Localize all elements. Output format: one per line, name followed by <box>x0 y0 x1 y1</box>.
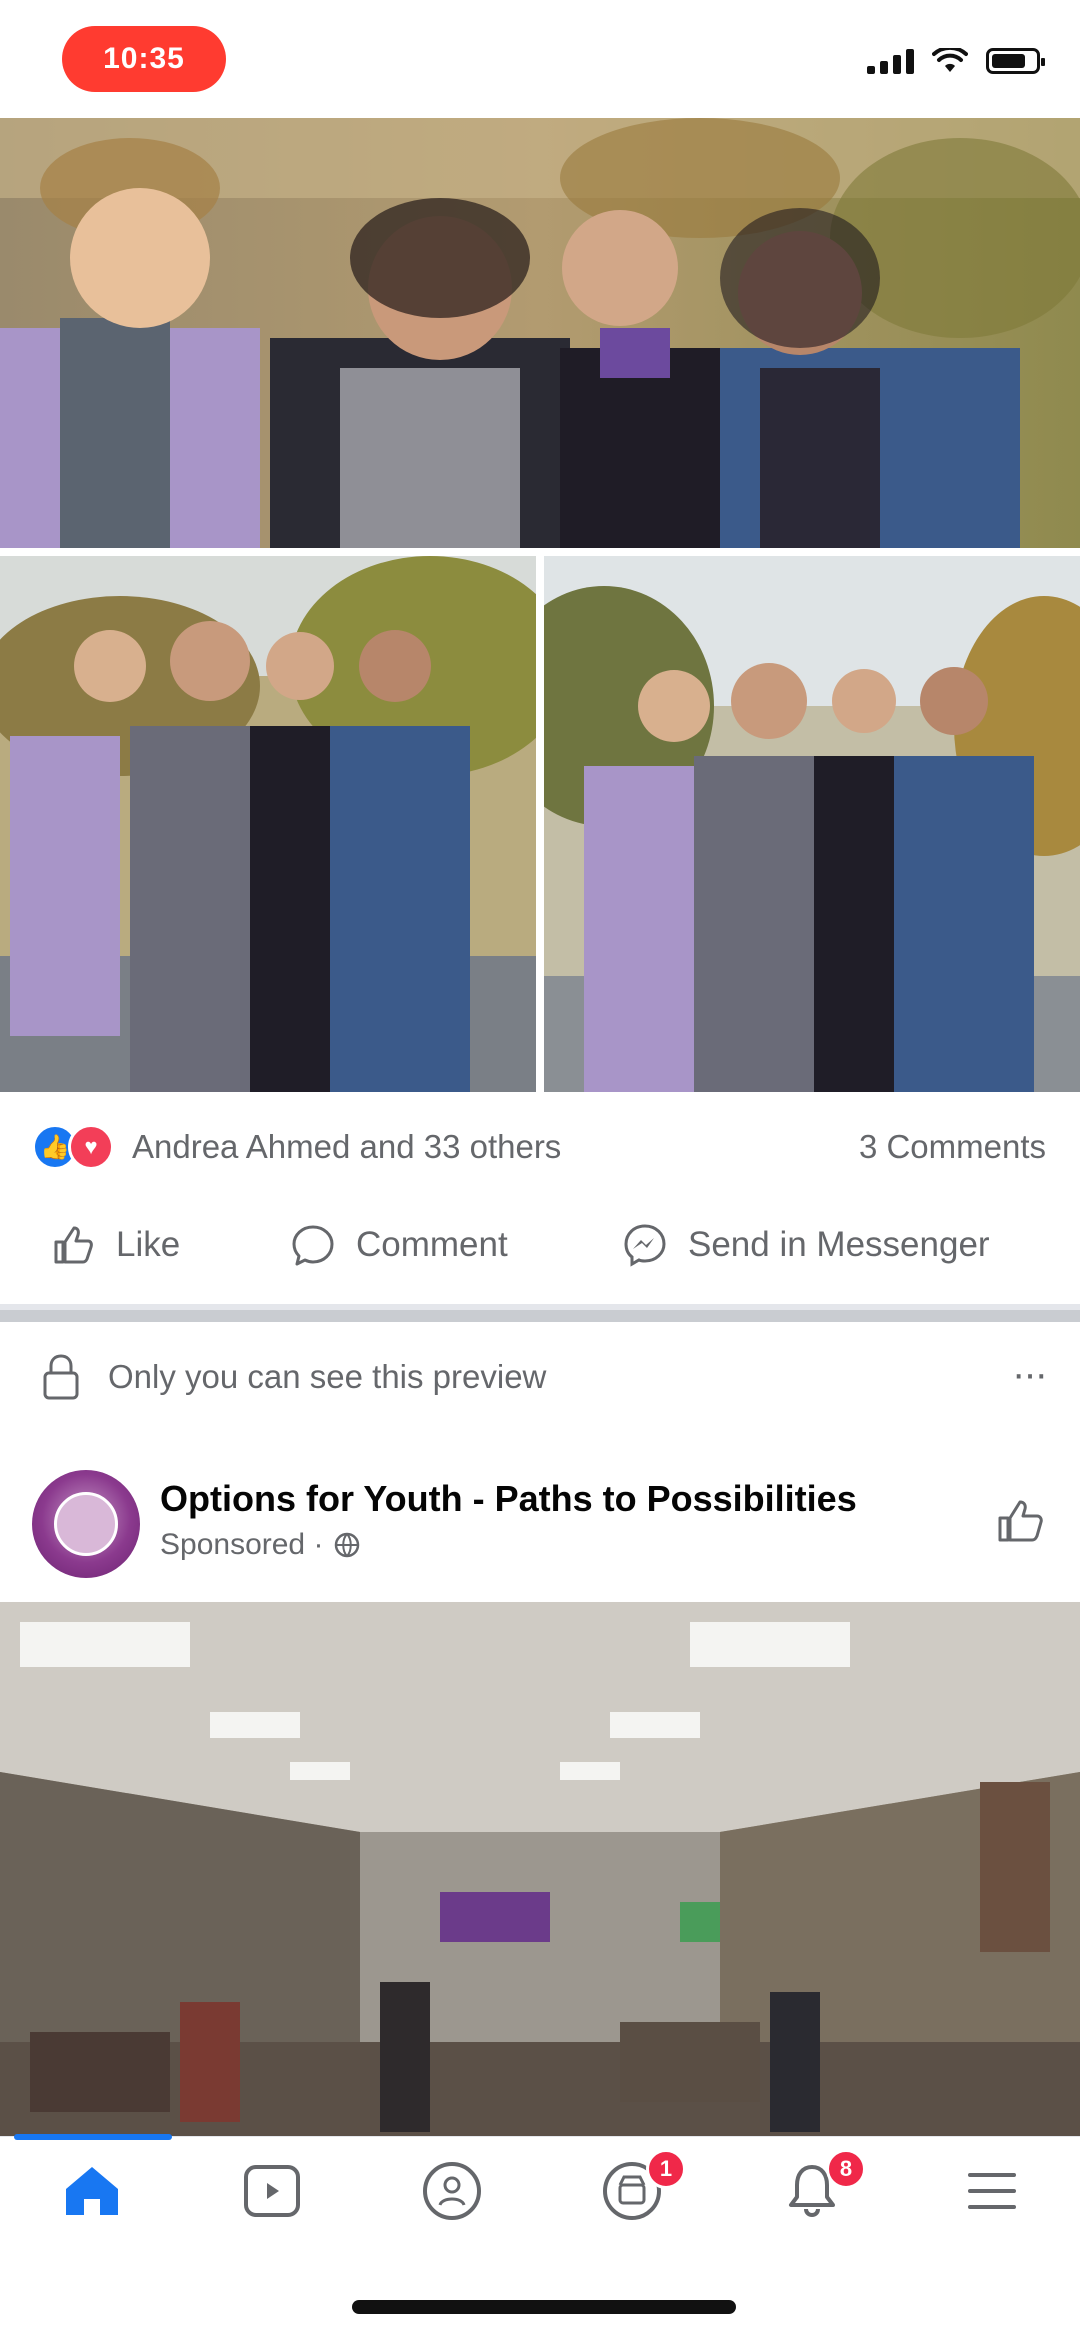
groups-icon <box>423 2162 481 2220</box>
notifications-badge: 8 <box>826 2149 866 2189</box>
post-photo-top[interactable] <box>0 118 1080 548</box>
like-page-icon[interactable] <box>992 1492 1048 1548</box>
post-actions: Like Comment Send in Messenger <box>0 1192 1080 1304</box>
status-icons <box>867 48 1045 74</box>
home-indicator[interactable] <box>352 2300 736 2314</box>
feed-divider <box>0 1304 1080 1322</box>
marketplace-badge: 1 <box>646 2149 686 2189</box>
love-reaction-icon: ♥ <box>68 1124 114 1170</box>
office-interior-image <box>0 1602 1080 2142</box>
watch-video-icon <box>244 2165 300 2217</box>
sponsored-text: Sponsored · <box>160 1528 324 1561</box>
tab-menu[interactable] <box>956 2155 1028 2227</box>
battery-icon <box>986 48 1045 74</box>
messenger-icon <box>620 1220 670 1270</box>
active-tab-indicator <box>14 2134 172 2140</box>
sponsored-post-header: Options for Youth - Paths to Possibiliti… <box>0 1432 1080 1602</box>
group-photo-image <box>0 556 536 1092</box>
like-button[interactable]: Like <box>48 1220 180 1270</box>
more-options-icon[interactable]: ··· <box>1012 1352 1048 1397</box>
status-bar: 10:35 <box>0 0 1080 118</box>
preview-notice-text: Only you can see this preview <box>108 1358 547 1395</box>
page-avatar[interactable] <box>32 1470 140 1578</box>
tab-marketplace[interactable]: 1 <box>596 2149 686 2227</box>
sponsored-post-image[interactable] <box>0 1602 1080 2142</box>
preview-notice: Only you can see this preview ··· <box>0 1322 1080 1432</box>
group-photo-image <box>544 556 1080 1092</box>
post-photo-bottom-right[interactable] <box>544 556 1080 1092</box>
avatar-emblem <box>54 1492 118 1556</box>
page-name[interactable]: Options for Youth - Paths to Possibiliti… <box>160 1478 857 1520</box>
tab-notifications[interactable]: 8 <box>776 2149 866 2227</box>
tab-home[interactable] <box>56 2155 128 2227</box>
cellular-signal-icon <box>867 49 914 74</box>
tab-groups[interactable] <box>416 2155 488 2227</box>
comment-label: Comment <box>356 1225 508 1264</box>
battery-fill <box>992 54 1025 68</box>
wifi-icon <box>932 48 968 72</box>
thumbs-up-icon <box>48 1220 98 1270</box>
send-in-messenger-button[interactable]: Send in Messenger <box>620 1220 990 1270</box>
hamburger-menu-icon <box>968 2173 1016 2209</box>
sponsored-label: Sponsored · <box>160 1528 361 1562</box>
home-icon <box>66 2167 118 2215</box>
globe-icon <box>335 1532 360 1558</box>
comment-icon <box>288 1220 338 1270</box>
reactions-text[interactable]: Andrea Ahmed and 33 others <box>132 1128 561 1166</box>
reaction-icons: 👍 ♥ <box>32 1124 122 1170</box>
comments-count[interactable]: 3 Comments <box>859 1128 1046 1166</box>
lock-icon <box>43 1354 79 1400</box>
comment-button[interactable]: Comment <box>288 1220 508 1270</box>
post-photo-bottom-left[interactable] <box>0 556 536 1092</box>
status-time[interactable]: 10:35 <box>62 26 226 92</box>
bottom-tab-bar: 1 8 <box>0 2136 1080 2247</box>
reactions-summary[interactable]: 👍 ♥ Andrea Ahmed and 33 others 3 Comment… <box>0 1100 1080 1192</box>
send-label: Send in Messenger <box>688 1225 990 1264</box>
tab-watch[interactable] <box>236 2155 308 2227</box>
group-photo-image <box>0 118 1080 548</box>
like-label: Like <box>116 1225 181 1264</box>
